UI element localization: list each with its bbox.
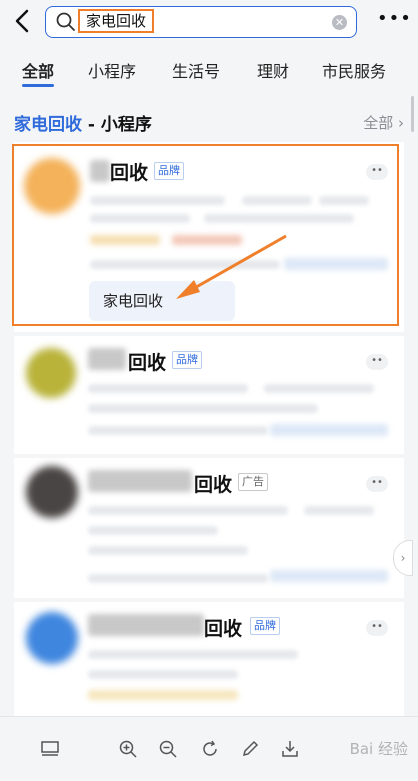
top-bar: 家电回收 ✕ ••• xyxy=(0,0,418,44)
result-name: 回收 xyxy=(194,474,233,496)
layout-icon[interactable] xyxy=(40,739,60,759)
blurred-text xyxy=(88,526,218,535)
avatar xyxy=(26,612,78,664)
result-card[interactable]: 回收 广告 •• xyxy=(14,458,404,598)
ad-badge: 广告 xyxy=(238,473,268,491)
zoom-in-icon[interactable] xyxy=(118,739,138,759)
watermark: Bai 经验 xyxy=(349,740,408,758)
search-query[interactable]: 家电回收 xyxy=(78,9,155,33)
result-card[interactable]: 回收 品牌 •• xyxy=(14,336,404,454)
section-title-highlight: 家电回收 xyxy=(14,115,82,135)
blurred-rating xyxy=(88,690,238,700)
section-all-label: 全部 xyxy=(363,114,394,132)
blurred-text xyxy=(88,404,318,413)
blurred-text xyxy=(304,506,374,515)
more-icon[interactable]: ••• xyxy=(377,10,411,32)
brand-badge: 品牌 xyxy=(250,617,280,635)
edit-icon[interactable] xyxy=(240,739,260,759)
scrollbar[interactable] xyxy=(411,96,414,132)
result-name: 回收 xyxy=(204,618,243,640)
tab-life-accounts[interactable]: 生活号 xyxy=(172,58,220,82)
section-title-rest: - 小程序 xyxy=(82,115,152,135)
search-bar[interactable]: 家电回收 ✕ xyxy=(45,6,357,38)
more-icon[interactable]: •• xyxy=(366,354,388,370)
blurred-text xyxy=(88,546,248,555)
more-icon[interactable]: •• xyxy=(366,476,388,492)
result-name: 回收 xyxy=(128,352,167,374)
blurred-name xyxy=(88,614,204,636)
blurred-text xyxy=(88,670,238,679)
blurred-text xyxy=(264,384,374,393)
zoom-out-icon[interactable] xyxy=(158,739,178,759)
blurred-text xyxy=(88,506,288,515)
avatar xyxy=(26,466,78,518)
blurred-text xyxy=(88,650,298,659)
tab-citizen-services[interactable]: 市民服务 xyxy=(322,58,386,82)
download-icon[interactable] xyxy=(280,739,300,759)
back-arrow-icon[interactable] xyxy=(12,7,34,35)
tab-active-indicator xyxy=(22,84,54,87)
blurred-text xyxy=(88,574,268,583)
search-icon xyxy=(56,12,75,31)
more-icon[interactable]: •• xyxy=(366,620,388,636)
blurred-name xyxy=(88,348,126,370)
section-title: 家电回收 - 小程序 xyxy=(14,110,152,135)
blurred-text xyxy=(88,426,268,435)
annotation-arrow-icon xyxy=(176,234,287,299)
tab-bar: 全部 小程序 生活号 理财 市民服务 xyxy=(0,44,418,92)
avatar xyxy=(26,348,76,398)
blurred-link xyxy=(270,570,388,582)
section-all-link[interactable]: 全部 › xyxy=(363,112,404,133)
blurred-name xyxy=(88,470,192,492)
tab-mini-programs[interactable]: 小程序 xyxy=(88,58,136,82)
blurred-text xyxy=(88,384,248,393)
blurred-link xyxy=(270,424,388,436)
brand-badge: 品牌 xyxy=(172,351,202,369)
clear-icon[interactable]: ✕ xyxy=(332,15,347,30)
result-card[interactable]: 回收 品牌 •• xyxy=(14,602,404,716)
rotate-icon[interactable] xyxy=(200,739,220,759)
tab-finance[interactable]: 理财 xyxy=(257,58,289,82)
tab-all[interactable]: 全部 xyxy=(22,58,54,82)
